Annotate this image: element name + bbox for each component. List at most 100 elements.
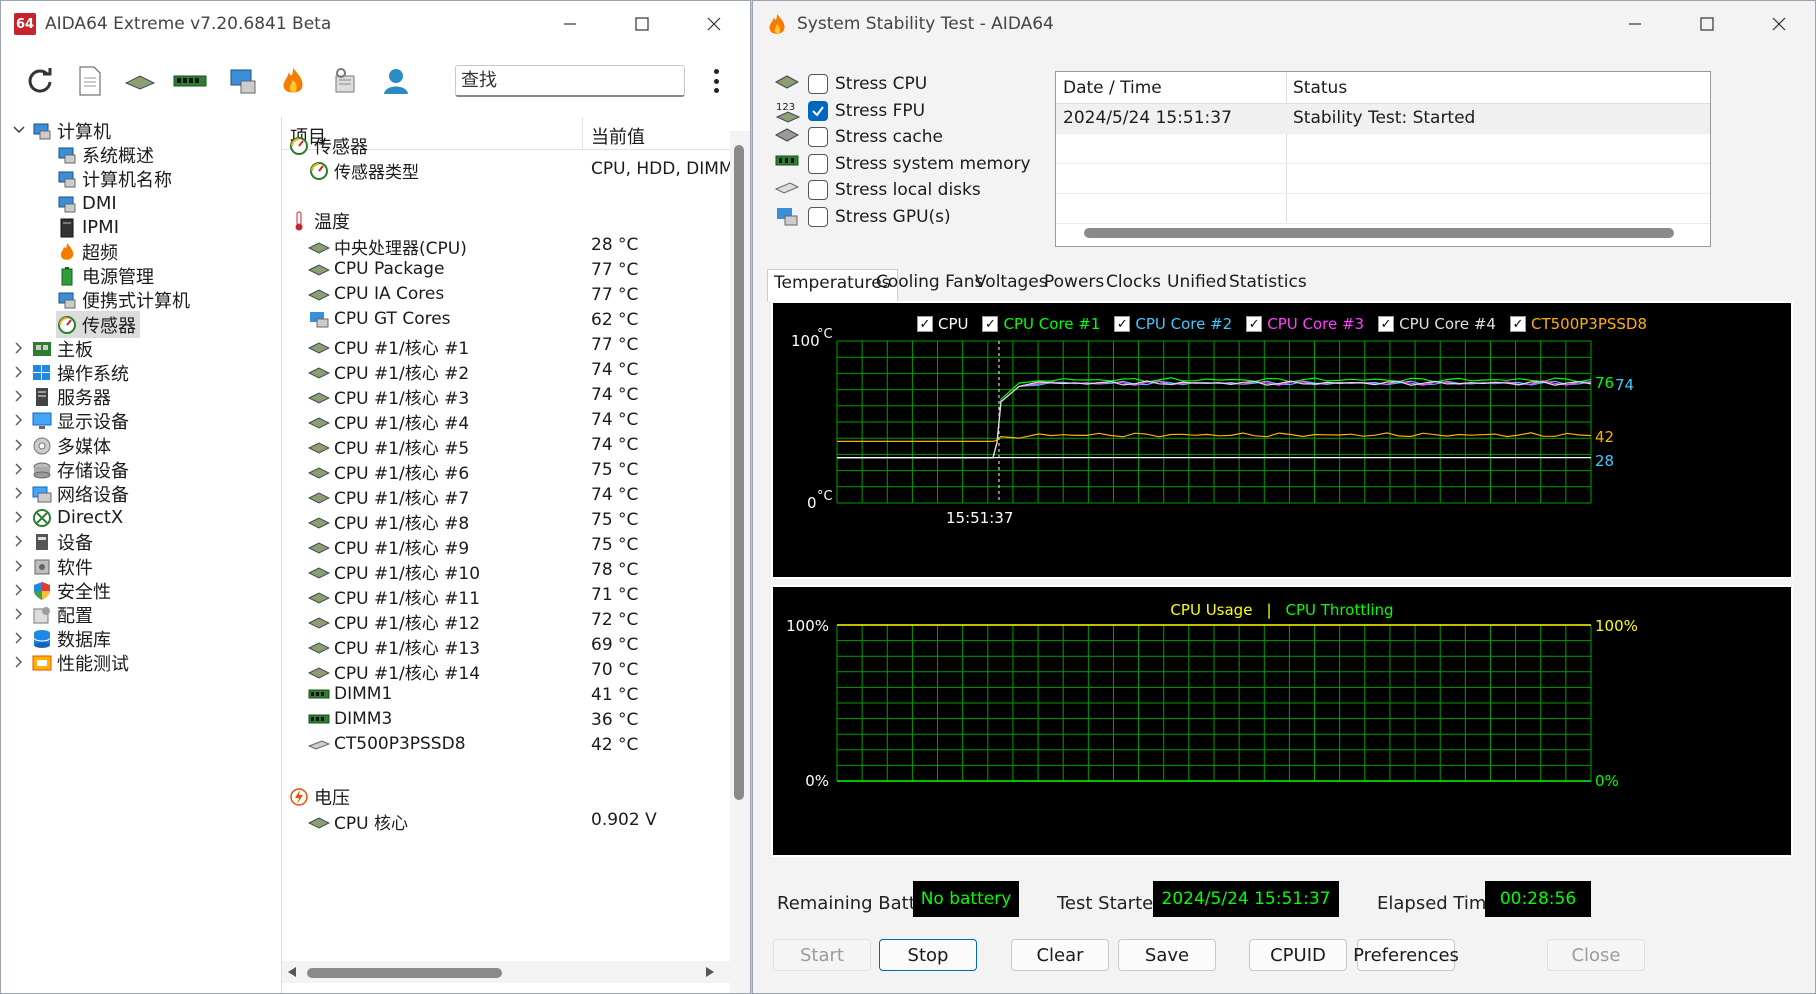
stress-option-3[interactable]: Stress system memory xyxy=(808,151,1031,177)
list-item[interactable]: CPU GT Cores 62 °C xyxy=(282,306,731,334)
close-window-button[interactable] xyxy=(1743,1,1815,47)
list-item[interactable]: CPU #1/核心 #10 78 °C xyxy=(282,556,731,584)
list-section-header[interactable]: 电压 xyxy=(282,781,731,809)
tree-item-computer[interactable]: 计算机 xyxy=(31,117,111,144)
checkbox-unchecked[interactable] xyxy=(808,74,828,94)
maximize-button[interactable] xyxy=(1671,1,1743,47)
chevron-right-icon[interactable] xyxy=(12,534,26,548)
scroll-thumb[interactable] xyxy=(734,145,744,800)
chevron-right-icon[interactable] xyxy=(12,607,26,621)
list-item[interactable]: CPU #1/核心 #1 77 °C xyxy=(282,331,731,359)
tree-group-10[interactable]: 安全性 xyxy=(31,577,111,604)
list-item[interactable]: CPU #1/核心 #14 70 °C xyxy=(282,656,731,684)
chevron-right-icon[interactable] xyxy=(12,486,26,500)
list-item[interactable]: 传感器类型 CPU, HDD, DIMM xyxy=(282,155,731,183)
tab-statistics[interactable]: Statistics xyxy=(1223,269,1313,299)
list-section-header[interactable]: 温度 xyxy=(282,205,731,233)
tree-group-11[interactable]: 配置 xyxy=(31,601,93,628)
list-item[interactable]: CPU #1/核心 #12 72 °C xyxy=(282,606,731,634)
scroll-right-icon[interactable] xyxy=(706,967,714,977)
stress-option-2[interactable]: Stress cache xyxy=(808,124,943,150)
list-item[interactable]: CPU IA Cores 77 °C xyxy=(282,281,731,309)
more-menu-icon[interactable] xyxy=(705,65,727,97)
close-window-button[interactable] xyxy=(678,1,750,47)
chevron-right-icon[interactable] xyxy=(12,341,26,355)
search-input[interactable] xyxy=(455,65,685,97)
hscroll-thumb[interactable] xyxy=(307,968,502,978)
tree-item-2[interactable]: DMI xyxy=(56,190,121,217)
chevron-right-icon[interactable] xyxy=(12,413,26,427)
tools-icon[interactable] xyxy=(325,61,365,101)
computer-icon[interactable] xyxy=(224,61,264,101)
scroll-left-icon[interactable] xyxy=(288,967,296,977)
chevron-right-icon[interactable] xyxy=(12,365,26,379)
chevron-right-icon[interactable] xyxy=(12,631,26,645)
list-horizontal-scrollbar[interactable] xyxy=(282,961,730,983)
list-item[interactable]: CPU #1/核心 #3 74 °C xyxy=(282,381,731,409)
list-item[interactable]: CPU #1/核心 #7 74 °C xyxy=(282,481,731,509)
tree-group-3[interactable]: 显示设备 xyxy=(31,407,129,434)
tree-group-1[interactable]: 操作系统 xyxy=(31,359,129,386)
chevron-right-icon[interactable] xyxy=(12,462,26,476)
tree-group-2[interactable]: 服务器 xyxy=(31,383,111,410)
list-item[interactable]: DIMM3 36 °C xyxy=(282,706,731,734)
tree-item-5[interactable]: 电源管理 xyxy=(56,262,158,289)
flame-icon[interactable] xyxy=(273,61,313,101)
tree-group-9[interactable]: 软件 xyxy=(31,553,93,580)
tree-group-8[interactable]: 设备 xyxy=(31,528,93,555)
list-item[interactable]: CPU 核心 0.902 V xyxy=(282,806,731,834)
checkbox-unchecked[interactable] xyxy=(808,127,828,148)
log-hscroll-thumb[interactable] xyxy=(1084,228,1674,238)
user-icon[interactable] xyxy=(376,61,416,101)
log-col-status[interactable]: Status xyxy=(1293,78,1347,98)
list-item[interactable]: CPU #1/核心 #13 69 °C xyxy=(282,631,731,659)
chevron-right-icon[interactable] xyxy=(12,510,26,524)
list-item[interactable]: DIMM1 41 °C xyxy=(282,681,731,709)
memory-icon[interactable] xyxy=(170,61,210,101)
preferences-button[interactable]: Preferences xyxy=(1353,939,1459,971)
tree-group-12[interactable]: 数据库 xyxy=(31,625,111,652)
chevron-right-icon[interactable] xyxy=(12,438,26,452)
tab-clocks[interactable]: Clocks xyxy=(1100,269,1167,299)
log-row[interactable]: 2024/5/24 15:51:37 Stability Test: Start… xyxy=(1056,104,1710,134)
chevron-right-icon[interactable] xyxy=(12,559,26,573)
list-item[interactable]: CPU #1/核心 #5 74 °C xyxy=(282,431,731,459)
motherboard-icon[interactable] xyxy=(120,61,160,101)
tree-item-0[interactable]: 系统概述 xyxy=(56,141,158,168)
list-item[interactable]: CPU #1/核心 #2 74 °C xyxy=(282,356,731,384)
report-icon[interactable] xyxy=(70,61,110,101)
stop-button[interactable]: Stop xyxy=(879,939,977,971)
minimize-button[interactable] xyxy=(1599,1,1671,47)
tree-group-4[interactable]: 多媒体 xyxy=(31,432,111,459)
stress-option-4[interactable]: Stress local disks xyxy=(808,177,981,203)
tree-item-4[interactable]: 超频 xyxy=(56,238,122,265)
checkbox-unchecked[interactable] xyxy=(808,153,828,174)
checkbox-unchecked[interactable] xyxy=(808,180,828,201)
list-item[interactable]: CPU #1/核心 #9 75 °C xyxy=(282,531,731,559)
save-button[interactable]: Save xyxy=(1118,939,1216,971)
list-item[interactable]: 中央处理器(CPU) 28 °C xyxy=(282,231,731,259)
tree-group-6[interactable]: 网络设备 xyxy=(31,480,129,507)
maximize-button[interactable] xyxy=(606,1,678,47)
tree-group-0[interactable]: 主板 xyxy=(31,335,93,362)
list-item[interactable]: CPU Package 77 °C xyxy=(282,256,731,284)
chevron-right-icon[interactable] xyxy=(12,583,26,597)
tree-group-13[interactable]: 性能测试 xyxy=(31,649,129,676)
stress-option-1[interactable]: Stress FPU xyxy=(808,98,925,124)
cpuid-button[interactable]: CPUID xyxy=(1249,939,1347,971)
clear-button[interactable]: Clear xyxy=(1011,939,1109,971)
chevron-right-icon[interactable] xyxy=(12,655,26,669)
minimize-button[interactable] xyxy=(534,1,606,47)
tree-item-6[interactable]: 便携式计算机 xyxy=(56,286,194,313)
stress-option-0[interactable]: Stress CPU xyxy=(808,71,927,97)
tree-group-5[interactable]: 存储设备 xyxy=(31,456,129,483)
list-item[interactable]: CPU #1/核心 #8 75 °C xyxy=(282,506,731,534)
list-item[interactable]: CPU #1/核心 #6 75 °C xyxy=(282,456,731,484)
stress-option-5[interactable]: Stress GPU(s) xyxy=(808,204,951,230)
close-button[interactable]: Close xyxy=(1547,939,1645,971)
tree-item-1[interactable]: 计算机名称 xyxy=(56,165,176,192)
tree-group-7[interactable]: DirectX xyxy=(31,504,123,531)
tree-item-3[interactable]: IPMI xyxy=(56,214,123,241)
refresh-icon[interactable] xyxy=(20,61,60,101)
chevron-right-icon[interactable] xyxy=(12,389,26,403)
